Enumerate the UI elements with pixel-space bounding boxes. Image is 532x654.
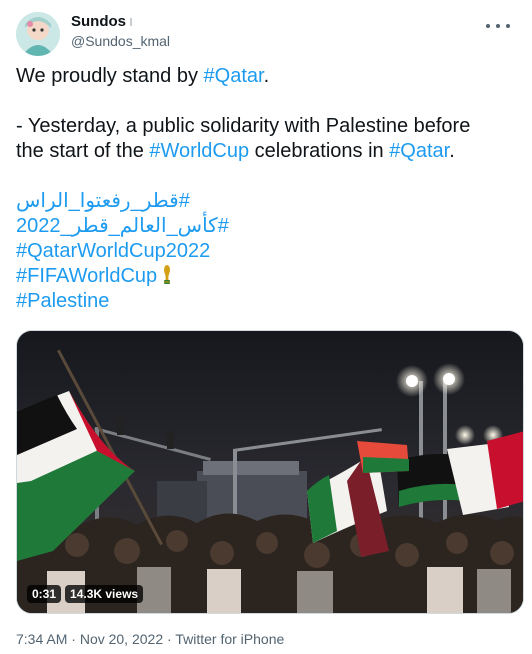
tweet-text-segment: We proudly stand by <box>16 65 204 87</box>
tweet-line-3: the start of the #WorldCup celebrations … <box>16 139 510 164</box>
tweet-line-2: - Yesterday, a public solidarity with Pa… <box>16 115 471 137</box>
avatar[interactable] <box>16 12 60 56</box>
tweet-header: Sundos @Sundos_kmal <box>16 12 516 56</box>
hashtag-link-fifaworldcup[interactable]: #FIFAWorldCup <box>16 265 157 287</box>
hashtag-link-arabic-1[interactable]: #قطر_رفعتوا_الراس <box>16 189 510 214</box>
tweet-text-segment: the start of the <box>16 140 150 162</box>
hashtag-link-arabic-2[interactable]: #كأس_العالم_قطر_2022 <box>16 214 510 239</box>
video-player[interactable]: 0:31 14.3K views <box>16 330 524 614</box>
display-name[interactable]: Sundos <box>71 13 126 30</box>
trophy-icon <box>162 265 172 285</box>
tweet-line-fifa: #FIFAWorldCup <box>16 264 510 289</box>
video-duration-badge: 0:31 <box>27 585 62 603</box>
metadata-separator: · <box>163 631 176 647</box>
tweet-metadata: 7:34 AM · Nov 20, 2022 · Twitter for iPh… <box>16 630 284 648</box>
tweet-date-link[interactable]: Nov 20, 2022 <box>80 631 163 647</box>
hashtag-link-worldcup[interactable]: #WorldCup <box>149 140 249 162</box>
video-views-badge: 14.3K views <box>65 585 144 603</box>
tweet-text: We proudly stand by #Qatar. - Yesterday,… <box>16 64 510 314</box>
tweet-source: Twitter for iPhone <box>175 631 285 647</box>
verified-icon <box>130 18 132 27</box>
hashtag-link-qatar[interactable]: #Qatar <box>204 65 264 87</box>
video-badges: 0:31 14.3K views <box>27 585 144 603</box>
video-thumbnail <box>17 331 523 613</box>
hashtag-link-palestine[interactable]: #Palestine <box>16 289 510 314</box>
tweet-text-segment: . <box>263 65 270 87</box>
tweet-time-link[interactable]: 7:34 AM <box>16 631 67 647</box>
tweet-line-1: We proudly stand by #Qatar. <box>16 64 510 89</box>
user-handle[interactable]: @Sundos_kmal <box>71 32 170 50</box>
display-name-row[interactable]: Sundos <box>71 12 170 32</box>
more-options-button[interactable] <box>486 18 510 34</box>
hashtag-link-qatarworldcup2022[interactable]: #QatarWorldCup2022 <box>16 239 510 264</box>
metadata-separator: · <box>67 631 80 647</box>
hashtag-link-qatar-2[interactable]: #Qatar <box>389 140 449 162</box>
tweet-text-segment: . <box>449 140 455 162</box>
tweet-text-segment: celebrations in <box>249 140 390 162</box>
